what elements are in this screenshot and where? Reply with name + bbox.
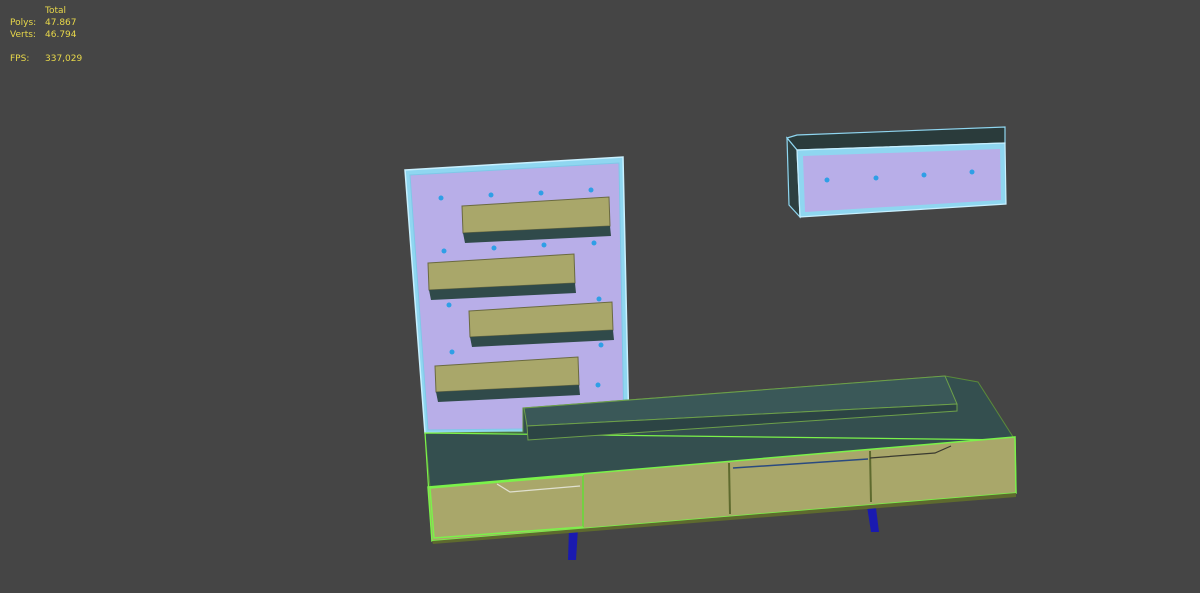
- 3d-viewport[interactable]: [0, 0, 1200, 593]
- wall-panel[interactable]: [404, 156, 630, 434]
- wall-cabinet[interactable]: [785, 126, 1007, 219]
